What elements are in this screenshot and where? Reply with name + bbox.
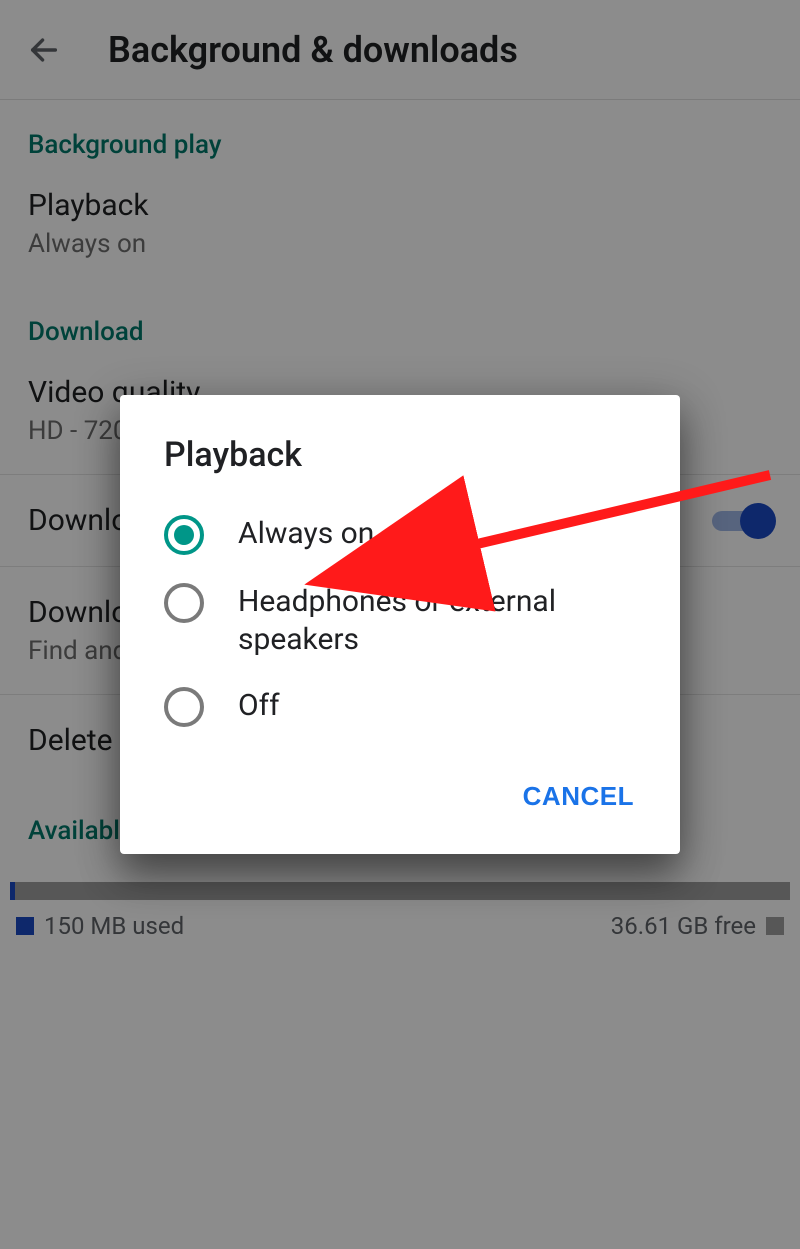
option-label: Headphones or external speakers [238,583,636,659]
dialog-title: Playback [120,435,680,501]
playback-dialog: Playback Always on Headphones or externa… [120,395,680,854]
radio-icon [164,687,204,727]
modal-overlay[interactable]: Playback Always on Headphones or externa… [0,0,800,1249]
playback-option-headphones[interactable]: Headphones or external speakers [120,569,680,673]
playback-option-always-on[interactable]: Always on [120,501,680,569]
option-label: Always on [238,515,374,553]
radio-icon [164,515,204,555]
playback-option-off[interactable]: Off [120,673,680,741]
radio-icon [164,583,204,623]
option-label: Off [238,687,280,725]
cancel-button[interactable]: CANCEL [511,771,646,822]
